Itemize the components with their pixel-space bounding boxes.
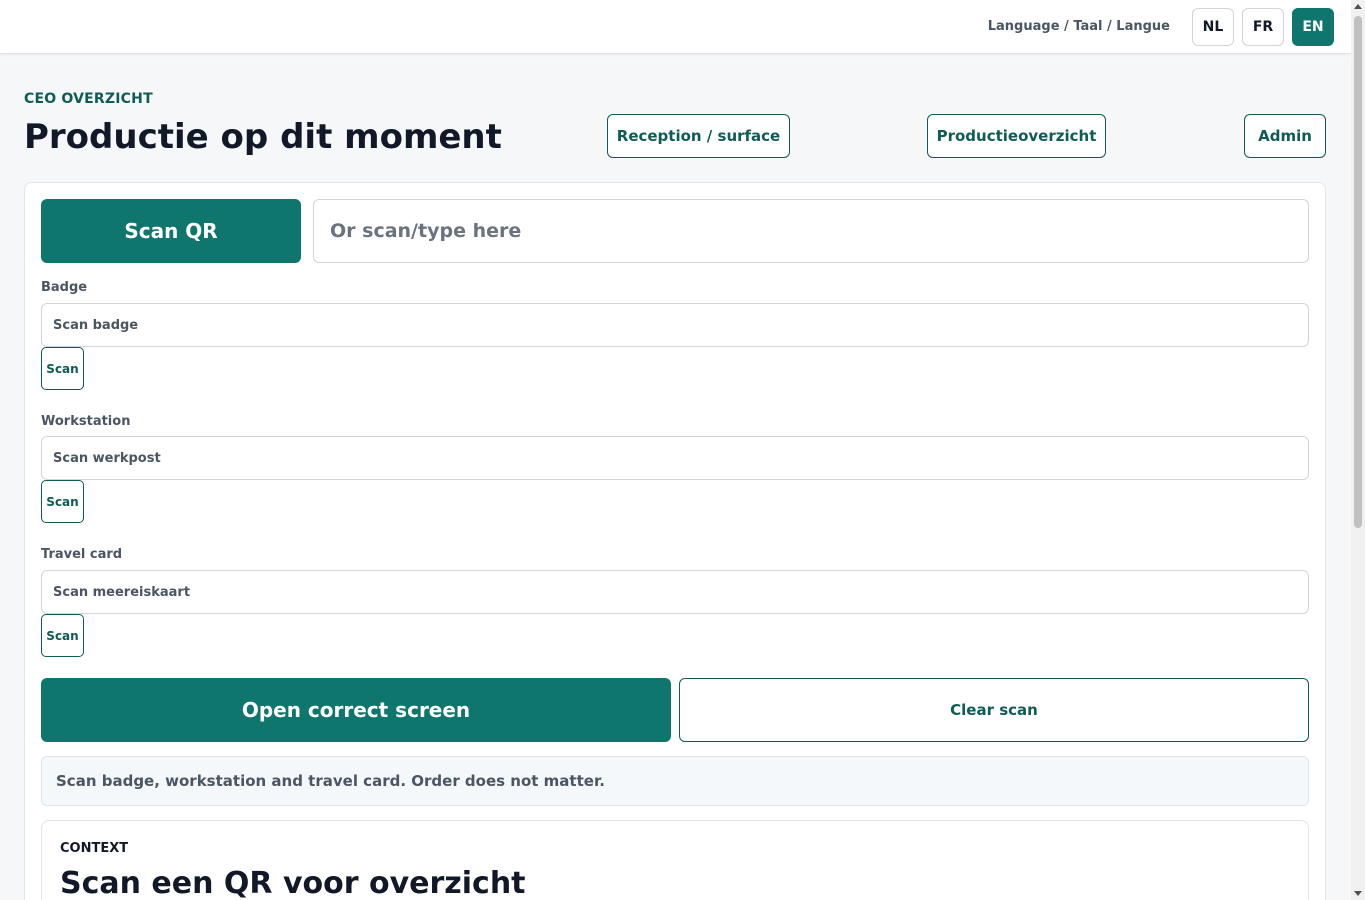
workstation-scan-button[interactable]: Scan xyxy=(41,480,84,523)
scroll-up-icon[interactable] xyxy=(1354,4,1362,9)
scan-qr-button[interactable]: Scan QR xyxy=(41,199,301,263)
scrollbar[interactable] xyxy=(1351,0,1365,900)
language-en-button[interactable]: EN xyxy=(1292,8,1334,46)
travel-card-label: Travel card xyxy=(41,547,123,562)
top-bar: Language / Taal / Langue NL FR EN xyxy=(0,0,1351,54)
admin-button[interactable]: Admin xyxy=(1244,114,1326,158)
scroll-thumb[interactable] xyxy=(1354,16,1362,528)
scan-hint-text: Scan badge, workstation and travel card.… xyxy=(56,772,605,790)
language-fr-button[interactable]: FR xyxy=(1242,8,1284,46)
context-eyebrow: CONTEXT xyxy=(60,841,129,856)
badge-input[interactable] xyxy=(41,303,1309,347)
clear-scan-button[interactable]: Clear scan xyxy=(679,678,1309,742)
language-label: Language / Taal / Langue xyxy=(987,19,1170,34)
badge-label: Badge xyxy=(41,280,88,295)
workstation-input[interactable] xyxy=(41,436,1309,480)
travel-card-scan-button[interactable]: Scan xyxy=(41,614,84,657)
badge-scan-button[interactable]: Scan xyxy=(41,347,84,390)
productieoverzicht-button[interactable]: Productieoverzicht xyxy=(927,114,1106,158)
reception-surface-button[interactable]: Reception / surface xyxy=(607,114,790,158)
page-title: Productie op dit moment xyxy=(24,117,502,157)
page-eyebrow: CEO OVERZICHT xyxy=(24,91,153,107)
language-nl-button[interactable]: NL xyxy=(1192,8,1234,46)
scroll-down-icon[interactable] xyxy=(1354,891,1362,896)
workstation-label: Workstation xyxy=(41,414,131,429)
travel-card-input[interactable] xyxy=(41,570,1309,614)
open-correct-screen-button[interactable]: Open correct screen xyxy=(41,678,671,742)
context-title: Scan een QR voor overzicht xyxy=(60,866,526,900)
scan-hint: Scan badge, workstation and travel card.… xyxy=(41,756,1309,806)
scan-type-input[interactable] xyxy=(313,199,1309,263)
